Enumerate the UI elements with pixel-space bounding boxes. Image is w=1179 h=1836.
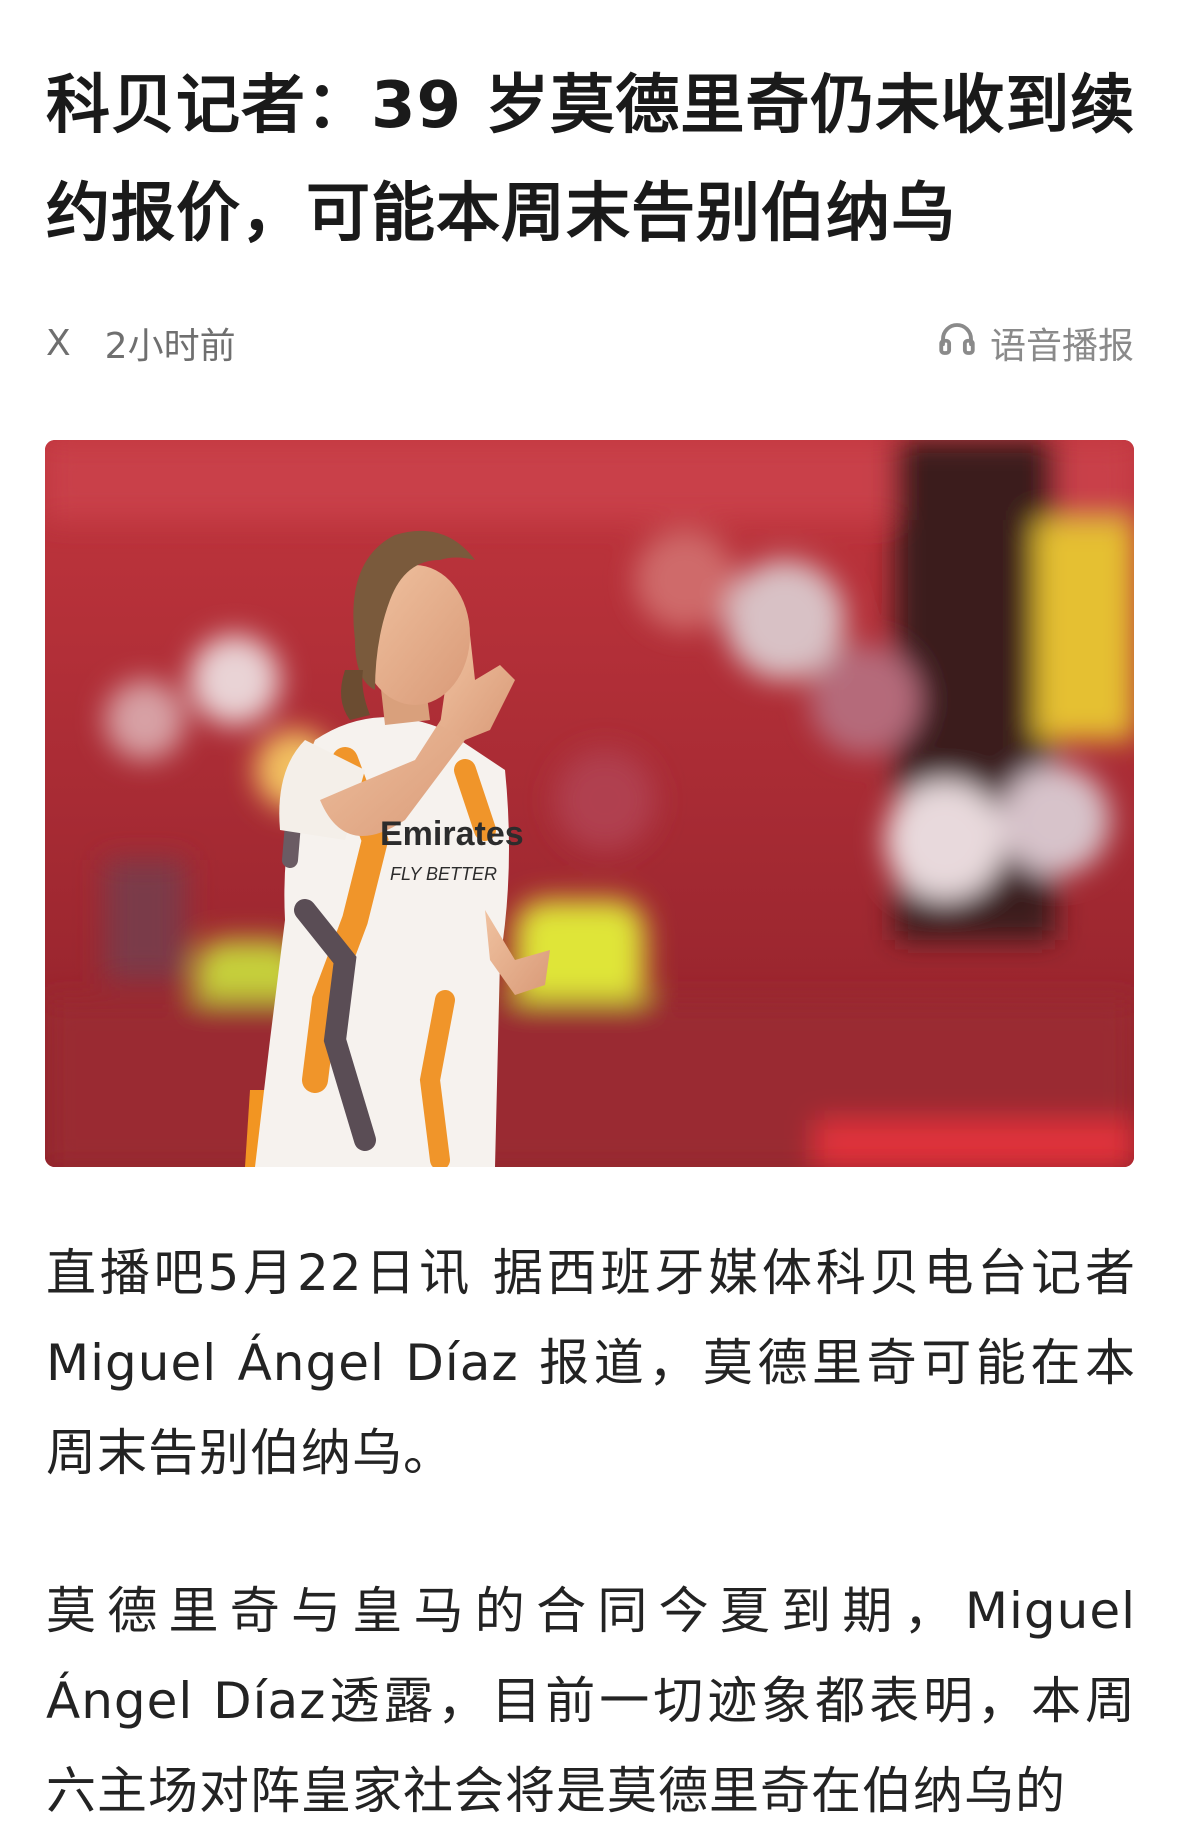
article-meta: X 2小时前 语音播报 — [46, 318, 1134, 368]
meta-info: X 2小时前 — [46, 317, 236, 369]
source-label[interactable]: X — [46, 323, 71, 364]
publish-time: 2小时前 — [104, 326, 236, 367]
article-view: 科贝记者：39 岁莫德里奇仍未收到续约报价，可能本周末告别伯纳乌 X 2小时前 … — [0, 0, 1179, 1820]
article-paragraph: 直播吧5月22日讯 据西班牙媒体科贝电台记者 Miguel Ángel Díaz… — [46, 1244, 1136, 1482]
article-paragraph: 莫德里奇与皇马的合同今夏到期，Miguel Ángel Díaz透露，目前一切迹… — [46, 1582, 1136, 1820]
jersey-sponsor-text: Emirates — [380, 815, 524, 853]
audio-play-button[interactable]: 语音播报 — [936, 317, 1134, 369]
jersey-sponsor-subtext: FLY BETTER — [390, 864, 497, 884]
headphones-icon — [936, 318, 990, 369]
article-title: 科贝记者：39 岁莫德里奇仍未收到续约报价，可能本周末告别伯纳乌 — [46, 69, 1136, 251]
audio-play-label: 语音播报 — [989, 326, 1134, 367]
hero-image[interactable]: Emirates FLY BETTER — [45, 440, 1134, 1167]
